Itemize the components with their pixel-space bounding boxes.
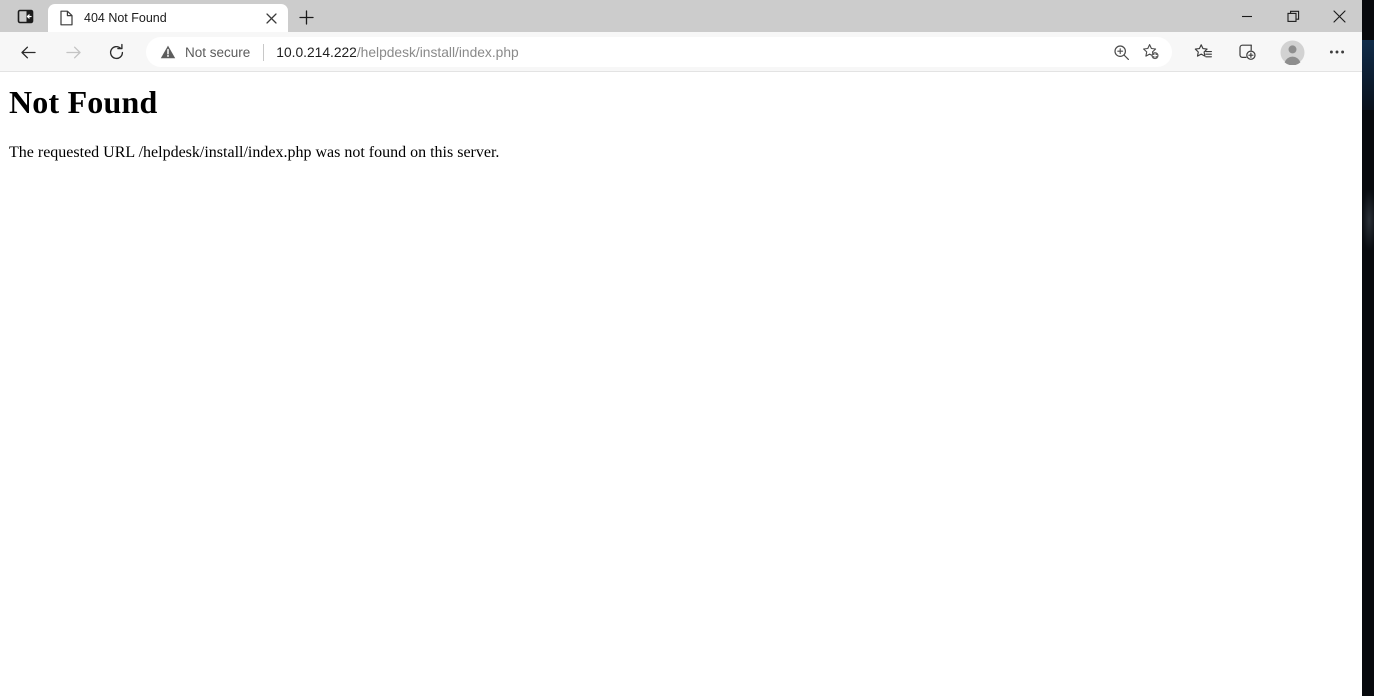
tab-strip: 404 Not Found bbox=[0, 0, 1362, 32]
arrow-left-icon bbox=[20, 46, 36, 58]
favorites-icon bbox=[1194, 43, 1212, 57]
reload-button[interactable] bbox=[101, 37, 131, 67]
settings-more-icon bbox=[1329, 50, 1345, 54]
restore-icon bbox=[1286, 10, 1299, 22]
tab-title: 404 Not Found bbox=[84, 11, 167, 25]
minimize-icon bbox=[1242, 15, 1252, 18]
minimize-button[interactable] bbox=[1224, 0, 1270, 32]
forward-button bbox=[58, 37, 88, 67]
close-window-button[interactable] bbox=[1316, 0, 1362, 32]
desktop-glow bbox=[1362, 190, 1374, 250]
error-message: The requested URL /helpdesk/install/inde… bbox=[9, 144, 500, 161]
collections-button[interactable] bbox=[1232, 38, 1262, 66]
new-tab-button[interactable] bbox=[292, 4, 320, 30]
security-status[interactable]: Not secure bbox=[160, 44, 250, 60]
add-favorite-icon[interactable] bbox=[1136, 39, 1166, 65]
page-title: Not Found bbox=[9, 84, 158, 120]
url-display[interactable]: 10.0.214.222/helpdesk/install/index.php bbox=[276, 45, 1106, 60]
address-bar[interactable]: Not secure 10.0.214.222/helpdesk/install… bbox=[146, 37, 1172, 67]
close-tab-icon[interactable] bbox=[260, 7, 282, 29]
desktop-background bbox=[1362, 0, 1374, 696]
window-controls bbox=[1224, 0, 1362, 32]
arrow-right-icon bbox=[65, 46, 81, 58]
restore-button[interactable] bbox=[1270, 0, 1316, 32]
reload-icon bbox=[109, 43, 123, 59]
tab-actions-button[interactable] bbox=[8, 3, 42, 29]
settings-more-button[interactable] bbox=[1322, 38, 1352, 66]
browser-tab[interactable]: 404 Not Found bbox=[48, 4, 288, 32]
back-button[interactable] bbox=[13, 37, 43, 67]
url-path: /helpdesk/install/index.php bbox=[356, 44, 519, 60]
desktop-glow-top bbox=[1362, 40, 1374, 110]
browser-window: 404 Not Found Not secure 10.0.214.222/he… bbox=[0, 0, 1362, 696]
security-label: Not secure bbox=[185, 44, 251, 60]
warning-triangle-icon bbox=[160, 45, 176, 59]
page-content: Not Found The requested URL /helpdesk/in… bbox=[0, 72, 1362, 696]
address-divider bbox=[263, 43, 265, 61]
url-host: 10.0.214.222 bbox=[276, 44, 357, 60]
page-icon bbox=[58, 10, 75, 27]
collections-icon bbox=[1238, 44, 1256, 60]
browser-toolbar: Not secure 10.0.214.222/helpdesk/install… bbox=[0, 32, 1362, 72]
zoom-in-icon[interactable] bbox=[1106, 39, 1136, 65]
profile-avatar bbox=[1280, 40, 1304, 65]
tab-actions-icon bbox=[17, 9, 33, 23]
plus-icon bbox=[298, 9, 314, 25]
favorites-button[interactable] bbox=[1188, 38, 1218, 66]
close-icon bbox=[1332, 9, 1346, 23]
profile-button[interactable] bbox=[1277, 38, 1307, 66]
